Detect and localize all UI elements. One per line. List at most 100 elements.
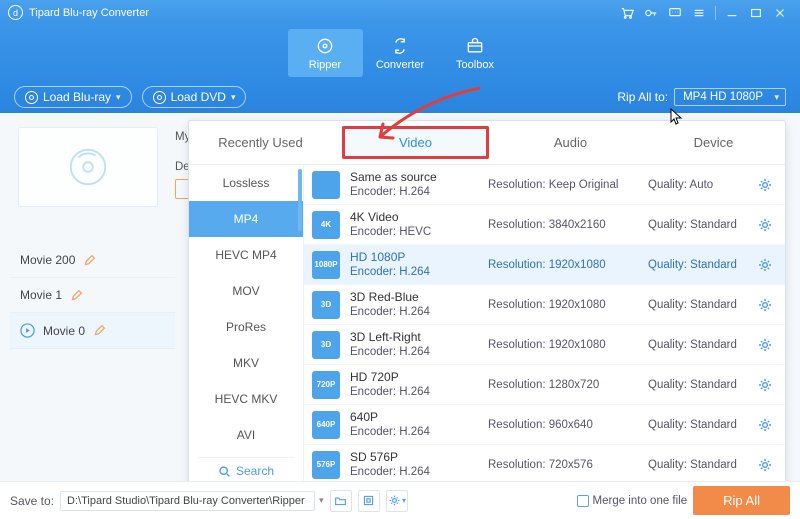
format-row[interactable]: 3D3D Red-BlueEncoder: H.264Resolution: 1… xyxy=(304,285,785,325)
movie-item[interactable]: Movie 0 xyxy=(10,313,175,349)
video-thumbnail[interactable] xyxy=(18,127,158,207)
category-mkv[interactable]: MKV xyxy=(189,345,303,381)
nav-toolbox[interactable]: Toolbox xyxy=(438,25,513,81)
movie-name: Movie 200 xyxy=(20,253,75,267)
format-row[interactable]: 1080PHD 1080PEncoder: H.264Resolution: 1… xyxy=(304,245,785,285)
app-title: Tipard Blu-ray Converter xyxy=(29,7,149,19)
category-hevc-mkv[interactable]: HEVC MKV xyxy=(189,381,303,417)
minimize-icon[interactable] xyxy=(720,4,744,22)
cart-icon[interactable] xyxy=(615,4,639,22)
disc-icon xyxy=(153,91,166,104)
tab-video[interactable]: Video xyxy=(342,126,489,159)
format-title: SD 576P xyxy=(350,450,478,465)
format-settings-button[interactable] xyxy=(757,297,773,313)
format-row[interactable]: 3D3D Left-RightEncoder: H.264Resolution:… xyxy=(304,325,785,365)
rip-all-button[interactable]: Rip All xyxy=(693,486,790,515)
nav-toolbox-label: Toolbox xyxy=(456,59,494,71)
category-mp4[interactable]: MP4 xyxy=(189,201,303,237)
load-dvd-button[interactable]: Load DVD ▾ xyxy=(142,86,247,108)
format-badge-icon: 576P xyxy=(312,451,340,479)
gpu-accel-button[interactable] xyxy=(358,490,380,512)
main-nav: Ripper Converter Toolbox xyxy=(0,25,800,81)
key-icon[interactable] xyxy=(639,4,663,22)
format-resolution: Resolution: 1280x720 xyxy=(488,379,638,391)
format-quality: Quality: Standard xyxy=(648,379,747,391)
format-resolution: Resolution: 960x640 xyxy=(488,419,638,431)
format-encoder: Encoder: H.264 xyxy=(350,465,478,479)
format-quality: Quality: Standard xyxy=(648,299,747,311)
format-encoder: Encoder: HEVC xyxy=(350,225,478,239)
chevron-down-icon: ▾ xyxy=(774,92,779,103)
chevron-down-icon: ▾ xyxy=(231,92,236,103)
movie-item[interactable]: Movie 200 xyxy=(10,243,175,278)
bottom-bar: Save to: D:\Tipard Studio\Tipard Blu-ray… xyxy=(0,481,800,519)
format-settings-button[interactable] xyxy=(757,257,773,273)
maximize-icon[interactable] xyxy=(744,4,768,22)
close-icon[interactable] xyxy=(768,4,792,22)
format-picker-popup: Recently Used Video Audio Device Lossles… xyxy=(188,120,786,514)
save-path-field[interactable]: D:\Tipard Studio\Tipard Blu-ray Converte… xyxy=(60,491,315,511)
format-title: HD 720P xyxy=(350,370,478,385)
format-quality: Quality: Auto xyxy=(648,179,747,191)
chevron-down-icon: ▾ xyxy=(116,92,121,103)
format-encoder: Encoder: H.264 xyxy=(350,385,478,399)
nav-ripper[interactable]: Ripper xyxy=(288,29,363,77)
settings-button[interactable]: ▾ xyxy=(386,490,408,512)
movie-item[interactable]: Movie 1 xyxy=(10,278,175,313)
search-icon xyxy=(218,465,231,478)
format-encoder: Encoder: H.264 xyxy=(350,425,478,439)
format-settings-button[interactable] xyxy=(757,217,773,233)
edit-icon[interactable] xyxy=(83,254,96,267)
edit-icon[interactable] xyxy=(70,289,83,302)
format-quality: Quality: Standard xyxy=(648,459,747,471)
open-folder-button[interactable] xyxy=(330,490,352,512)
format-badge-icon: 4K xyxy=(312,211,340,239)
format-settings-button[interactable] xyxy=(757,377,773,393)
category-lossless[interactable]: Lossless xyxy=(189,165,303,201)
merge-checkbox[interactable]: Merge into one file xyxy=(577,495,688,507)
format-row[interactable]: Same as sourceEncoder: H.264 Resolution: … xyxy=(304,165,785,205)
nav-converter[interactable]: Converter xyxy=(363,25,438,81)
format-badge-icon: 3D xyxy=(312,331,340,359)
format-row[interactable]: 576P SD 576PEncoder: H.264 Resolution: 720… xyxy=(304,445,785,485)
category-mov[interactable]: MOV xyxy=(189,273,303,309)
menu-icon[interactable] xyxy=(687,4,711,22)
feedback-icon[interactable] xyxy=(663,4,687,22)
tab-audio[interactable]: Audio xyxy=(499,121,642,164)
format-category-sidebar: Lossless MP4 HEVC MP4 MOV ProRes MKV HEV… xyxy=(189,165,304,513)
movie-name: Movie 1 xyxy=(20,288,62,302)
format-row[interactable]: 4K4K VideoEncoder: HEVCResolution: 3840x… xyxy=(304,205,785,245)
tab-device[interactable]: Device xyxy=(642,121,785,164)
format-resolution: Resolution: Keep Original xyxy=(488,179,638,191)
edit-icon[interactable] xyxy=(93,324,106,337)
format-settings-button[interactable] xyxy=(757,177,773,193)
rip-all-format-dropdown[interactable]: MP4 HD 1080P ▾ xyxy=(674,88,786,106)
format-row[interactable]: 720PHD 720PEncoder: H.264Resolution: 128… xyxy=(304,365,785,405)
format-title: Same as source xyxy=(350,170,478,185)
category-hevc-mp4[interactable]: HEVC MP4 xyxy=(189,237,303,273)
format-encoder: Encoder: H.264 xyxy=(350,265,478,279)
rip-all-format-value: MP4 HD 1080P xyxy=(683,91,763,103)
format-settings-button[interactable] xyxy=(757,457,773,473)
chevron-down-icon[interactable]: ▾ xyxy=(319,495,324,506)
format-resolution: Resolution: 1920x1080 xyxy=(488,299,638,311)
category-prores[interactable]: ProRes xyxy=(189,309,303,345)
save-to-label: Save to: xyxy=(10,494,54,508)
format-title: 640P xyxy=(350,410,478,425)
load-bluray-button[interactable]: Load Blu-ray ▾ xyxy=(14,86,132,108)
format-encoder: Encoder: H.264 xyxy=(350,305,478,319)
format-badge-icon: 1080P xyxy=(312,251,340,279)
format-title: 4K Video xyxy=(350,210,478,225)
category-avi[interactable]: AVI xyxy=(189,417,303,453)
sidebar-scrollbar[interactable] xyxy=(298,169,302,231)
format-settings-button[interactable] xyxy=(757,337,773,353)
format-resolution: Resolution: 720x576 xyxy=(488,459,638,471)
search-formats[interactable]: Search xyxy=(197,457,295,478)
tab-recently-used[interactable]: Recently Used xyxy=(189,121,332,164)
movie-list: Movie 200 Movie 1 Movie 0 xyxy=(10,243,175,349)
format-title: 3D Red-Blue xyxy=(350,290,478,305)
format-encoder: Encoder: H.264 xyxy=(350,185,478,199)
format-settings-button[interactable] xyxy=(757,417,773,433)
format-row[interactable]: 640P640PEncoder: H.264Resolution: 960x64… xyxy=(304,405,785,445)
checkbox-box-icon xyxy=(577,495,589,507)
